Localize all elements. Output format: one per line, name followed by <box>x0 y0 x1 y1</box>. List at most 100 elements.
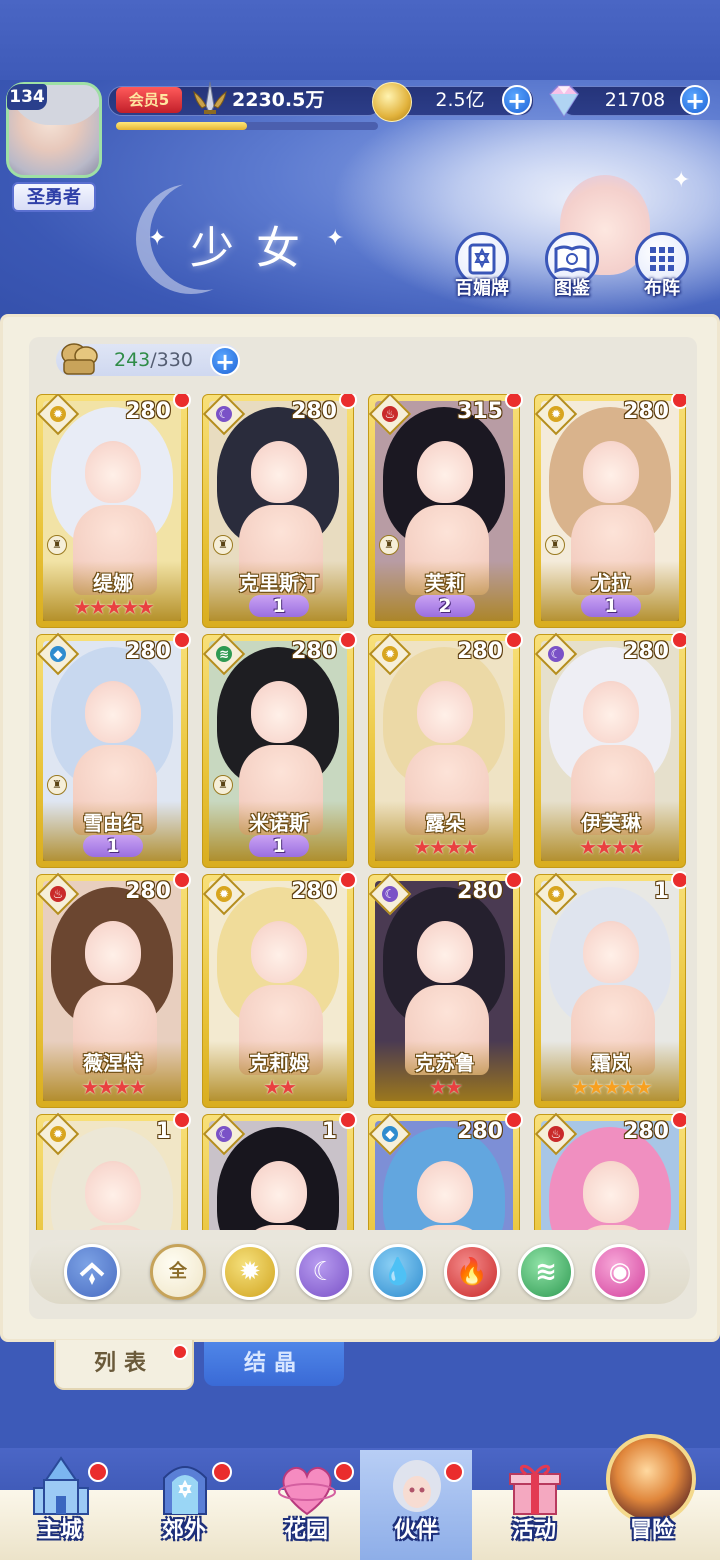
filter-moon-button[interactable]: ☾ <box>296 1244 352 1300</box>
nav-garden[interactable]: 花园 <box>250 1450 362 1560</box>
filter-collapse-button[interactable] <box>64 1244 120 1300</box>
diamond-icon <box>549 85 579 118</box>
notification-dot <box>88 1462 108 1482</box>
partner-name: 克莉姆 <box>249 1051 309 1075</box>
tab-crystal[interactable]: 结晶 <box>204 1342 344 1386</box>
partner-name: 缇娜 <box>93 571 133 595</box>
star-rating: ★★★★ <box>81 1075 147 1099</box>
partner-level: 280 <box>291 399 337 424</box>
chess-rook-icon: ♜ <box>47 535 67 555</box>
chess-rook-icon: ♜ <box>47 775 67 795</box>
player-title-badge[interactable]: 圣勇者 <box>12 182 96 212</box>
power-value: 2230.5万 <box>232 89 325 111</box>
filter-all-button[interactable]: 全 <box>150 1244 206 1300</box>
star-rating: ★★★★ <box>413 835 479 859</box>
nav-partner[interactable]: 伙伴 <box>360 1450 472 1560</box>
notification-dot <box>505 1111 523 1129</box>
partner-card[interactable]: ✹ 280 ♜ 尤拉 1 <box>534 394 686 628</box>
partner-card[interactable]: ☾ 280 伊芙琳 ★★★★ <box>534 631 686 868</box>
notification-dot <box>444 1462 464 1482</box>
wing-rank-badge: 2 <box>415 595 475 617</box>
nav-main-city[interactable]: 主城 <box>4 1450 116 1560</box>
partner-level: 280 <box>457 639 503 664</box>
partner-name: 露朵 <box>425 811 465 835</box>
notification-dot <box>173 871 191 889</box>
expand-capacity-button[interactable]: + <box>210 346 240 376</box>
sword-wings-icon <box>193 81 227 116</box>
chess-rook-icon: ♜ <box>379 535 399 555</box>
partner-card[interactable]: ✹ 1 <box>36 1111 191 1230</box>
fire-icon: 🔥 <box>455 1257 489 1287</box>
notification-dot <box>505 631 523 649</box>
vip-badge[interactable]: 会员5 <box>116 87 182 113</box>
nav-garden-label: 花园 <box>283 1518 328 1543</box>
bag-icon <box>61 343 98 375</box>
partner-level: 280 <box>623 639 669 664</box>
filter-star-button[interactable]: ◉ <box>592 1244 648 1300</box>
chess-rook-icon: ♜ <box>213 775 233 795</box>
orbit-icon: ◉ <box>608 1257 632 1287</box>
partner-card[interactable]: ♨ 315 ♜ 芙莉 2 <box>368 394 523 628</box>
star-rating: ★★★★★ <box>73 595 155 619</box>
tab-list[interactable]: 列表 <box>54 1340 194 1390</box>
partner-level: 280 <box>125 399 171 424</box>
partner-card[interactable]: ✹ 280 露朵 ★★★★ <box>368 631 523 868</box>
card-collection-button[interactable]: 百媚牌 <box>450 232 514 306</box>
chevron-up-icon <box>79 1262 105 1285</box>
partner-card[interactable]: ◆ 280 <box>368 1111 523 1230</box>
formation-label: 布阵 <box>644 278 680 299</box>
notification-dot <box>671 631 686 649</box>
nav-suburbs[interactable]: 郊外 <box>128 1450 240 1560</box>
partner-level: 315 <box>457 399 503 424</box>
notification-dot <box>671 394 686 409</box>
exp-progress-fill <box>116 122 247 130</box>
partner-name: 米诺斯 <box>249 811 309 835</box>
player-level-badge: 134 <box>7 84 47 110</box>
capacity-max: /330 <box>150 349 193 371</box>
partner-card[interactable]: ◆ 280 ♜ 雪由纪 1 <box>36 631 191 868</box>
partner-card[interactable]: ☾ 280 克苏鲁 ★★ <box>368 871 523 1108</box>
partner-level: 1 <box>321 1119 337 1144</box>
add-gems-button[interactable]: + <box>680 85 710 115</box>
nav-adventure[interactable]: 冒险 <box>600 1434 712 1560</box>
partner-level: 280 <box>291 639 337 664</box>
filter-water-button[interactable]: 💧 <box>370 1244 426 1300</box>
filter-wind-button[interactable]: ≋ <box>518 1244 574 1300</box>
filter-sun-button[interactable]: ✹ <box>222 1244 278 1300</box>
wing-rank-badge: 1 <box>249 595 309 617</box>
partner-card[interactable]: ✹ 1 霜岚 ★★★★★ <box>534 871 686 1108</box>
partner-level: 280 <box>457 1119 503 1144</box>
partner-portrait-icon <box>393 1460 441 1512</box>
filter-fire-button[interactable]: 🔥 <box>444 1244 500 1300</box>
sparkle-icon: ✦ <box>672 168 691 193</box>
exp-progress-bar <box>116 122 378 130</box>
wing-rank-badge: 1 <box>581 595 641 617</box>
capacity-text: 243/330 <box>114 344 193 376</box>
partner-card[interactable]: ♨ 280 薇涅特 ★★★★ <box>36 871 191 1108</box>
partner-level: 280 <box>623 1119 669 1144</box>
adventure-orb-icon <box>606 1434 696 1524</box>
castle-icon <box>33 1456 89 1515</box>
add-gold-button[interactable]: + <box>502 85 532 115</box>
partner-card[interactable]: ☾ 1 <box>202 1111 357 1230</box>
formation-button[interactable]: 布阵 <box>630 232 694 306</box>
partner-card[interactable]: ☾ 280 ♜ 克里斯汀 1 <box>202 394 357 628</box>
partner-card[interactable]: ✹ 280 ♜ 缇娜 ★★★★★ <box>36 394 191 628</box>
codex-button[interactable]: 图鉴 <box>540 232 604 306</box>
capacity-current: 243 <box>114 349 151 371</box>
partner-name: 伊芙琳 <box>581 811 641 835</box>
nav-events[interactable]: 活动 <box>478 1450 590 1560</box>
nav-events-label: 活动 <box>511 1518 556 1543</box>
partner-card[interactable]: ✹ 280 克莉姆 ★★ <box>202 871 357 1108</box>
partner-name: 霜岚 <box>591 1051 631 1075</box>
codex-label: 图鉴 <box>554 278 590 299</box>
partner-card[interactable]: ≋ 280 ♜ 米诺斯 1 <box>202 631 357 868</box>
page-title: 少女 <box>190 223 322 274</box>
card-collection-label: 百媚牌 <box>455 278 509 299</box>
partner-card[interactable]: ♨ 280 <box>534 1111 686 1230</box>
partner-name: 克里斯汀 <box>239 571 319 595</box>
notification-dot <box>173 631 191 649</box>
wing-rank-badge: 1 <box>83 835 143 857</box>
partner-name: 克苏鲁 <box>415 1051 475 1075</box>
gold-coin-icon <box>372 82 412 122</box>
